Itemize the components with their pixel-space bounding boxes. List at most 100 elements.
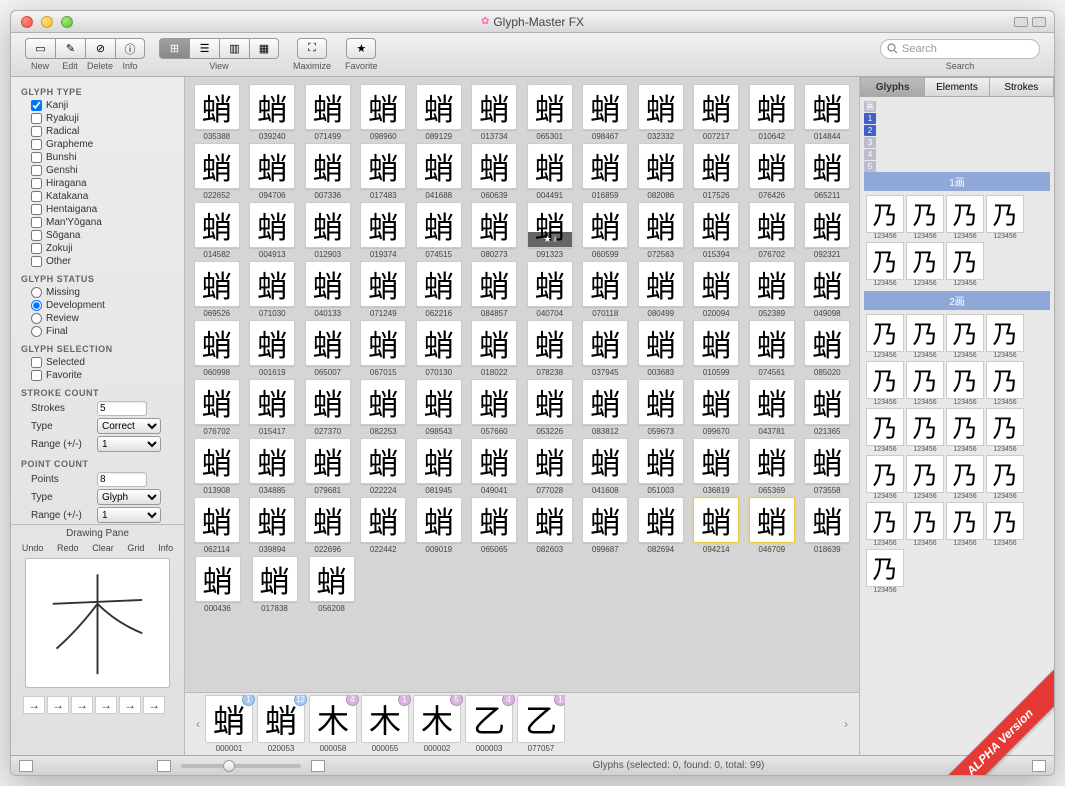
glyph-cell[interactable]: 蛸: [582, 497, 628, 543]
glyph-cell[interactable]: 蛸: [693, 497, 739, 543]
new-button[interactable]: ▭: [25, 38, 55, 59]
glyph-cell[interactable]: 蛸: [527, 261, 573, 307]
glyph-cell[interactable]: 蛸: [416, 497, 462, 543]
glyph-cell[interactable]: 蛸: [416, 438, 462, 484]
glyph-cell[interactable]: 蛸: [360, 320, 406, 366]
status-widget-left-1[interactable]: [19, 760, 33, 772]
glyph-cell[interactable]: 蛸: [305, 143, 351, 189]
close-window-button[interactable]: [21, 16, 33, 28]
rp-glyph[interactable]: 乃: [866, 242, 904, 280]
glyph-cell[interactable]: 蛸: [195, 556, 241, 602]
rp-glyph[interactable]: 乃: [986, 455, 1024, 493]
glyph-type-radical[interactable]: Radical: [11, 125, 184, 138]
maximize-button[interactable]: ⛶: [297, 38, 327, 59]
glyph-cell[interactable]: 蛸: [305, 497, 351, 543]
glyph-type-ryakuji[interactable]: Ryakuji: [11, 112, 184, 125]
glyph-cell[interactable]: 蛸: [249, 379, 295, 425]
glyph-cell[interactable]: 蛸: [693, 84, 739, 130]
rp-glyph[interactable]: 乃: [946, 455, 984, 493]
glyph-type-bunshi[interactable]: Bunshi: [11, 151, 184, 164]
glyph-cell[interactable]: 蛸: [249, 497, 295, 543]
glyph-cell[interactable]: 蛸: [749, 143, 795, 189]
rp-glyph[interactable]: 乃: [906, 502, 944, 540]
glyph-type-kanji[interactable]: Kanji: [11, 99, 184, 112]
glyph-cell[interactable]: 蛸: [416, 261, 462, 307]
glyph-cell[interactable]: 蛸: [749, 320, 795, 366]
index-item[interactable]: 3: [864, 137, 876, 148]
rp-glyph[interactable]: 乃: [906, 408, 944, 446]
titlebar-widget-1[interactable]: [1014, 17, 1028, 27]
rp-glyph[interactable]: 乃: [946, 408, 984, 446]
glyph-cell[interactable]: 蛸: [194, 320, 240, 366]
glyph-type-genshi[interactable]: Genshi: [11, 164, 184, 177]
drawing-undo-button[interactable]: Undo: [22, 543, 44, 553]
glyph-cell[interactable]: 蛸: [582, 202, 628, 248]
glyph-cell[interactable]: 蛸: [416, 143, 462, 189]
minimize-window-button[interactable]: [41, 16, 53, 28]
glyph-cell[interactable]: 蛸: [582, 143, 628, 189]
view-detail-button[interactable]: ▦: [249, 38, 279, 59]
glyph-cell[interactable]: 蛸: [416, 320, 462, 366]
glyph-cell[interactable]: 蛸: [471, 320, 517, 366]
glyph-cell[interactable]: 蛸: [360, 379, 406, 425]
rp-glyph[interactable]: 乃: [986, 361, 1024, 399]
rp-glyph[interactable]: 乃: [906, 361, 944, 399]
index-item[interactable]: 4: [864, 149, 876, 160]
rp-glyph[interactable]: 乃: [866, 195, 904, 233]
glyph-cell[interactable]: 蛸: [305, 379, 351, 425]
glyph-cell[interactable]: 蛸: [527, 143, 573, 189]
glyph-selection-selected[interactable]: Selected: [11, 356, 184, 369]
glyph-cell[interactable]: 蛸: [638, 438, 684, 484]
stroke-thumb[interactable]: →: [119, 696, 141, 714]
glyph-cell[interactable]: 蛸: [360, 497, 406, 543]
glyph-cell[interactable]: 蛸: [693, 379, 739, 425]
glyph-cell[interactable]: 蛸: [693, 202, 739, 248]
rp-glyph[interactable]: 乃: [866, 314, 904, 352]
index-item[interactable]: 2: [864, 125, 876, 136]
status-widget-zoom-out[interactable]: [157, 760, 171, 772]
stroke-thumb[interactable]: →: [71, 696, 93, 714]
rp-glyph[interactable]: 乃: [986, 195, 1024, 233]
glyph-cell[interactable]: 蛸: [249, 438, 295, 484]
glyph-cell[interactable]: 蛸: [360, 261, 406, 307]
view-columns-button[interactable]: ▥: [219, 38, 249, 59]
drawing-grid-button[interactable]: Grid: [127, 543, 144, 553]
strip-next-button[interactable]: ›: [839, 717, 853, 731]
glyph-cell[interactable]: 蛸: [582, 379, 628, 425]
glyph-cell[interactable]: 蛸: [360, 202, 406, 248]
glyph-cell[interactable]: 蛸: [527, 438, 573, 484]
glyph-status-development[interactable]: Development: [11, 299, 184, 312]
tab-strokes[interactable]: Strokes: [989, 77, 1054, 97]
tab-elements[interactable]: Elements: [924, 77, 988, 97]
view-list-button[interactable]: ☰: [189, 38, 219, 59]
glyph-cell[interactable]: 蛸: [693, 143, 739, 189]
glyph-type-other[interactable]: Other: [11, 255, 184, 268]
glyph-cell[interactable]: 蛸: [416, 202, 462, 248]
glyph-cell[interactable]: 蛸: [638, 497, 684, 543]
glyph-cell[interactable]: 蛸: [638, 379, 684, 425]
rp-glyph[interactable]: 乃: [866, 455, 904, 493]
glyph-cell[interactable]: 蛸: [693, 261, 739, 307]
glyph-type-grapheme[interactable]: Grapheme: [11, 138, 184, 151]
glyph-selection-favorite[interactable]: Favorite: [11, 369, 184, 382]
glyph-cell[interactable]: 蛸: [252, 556, 298, 602]
info-button[interactable]: ⓘ: [115, 38, 145, 59]
glyph-cell[interactable]: 蛸: [804, 202, 850, 248]
glyph-cell[interactable]: 蛸: [749, 84, 795, 130]
stroke-thumb[interactable]: →: [23, 696, 45, 714]
rp-glyph[interactable]: 乃: [866, 502, 904, 540]
glyph-type-hentaigana[interactable]: Hentaigana: [11, 203, 184, 216]
index-item[interactable]: 1: [864, 113, 876, 124]
glyph-cell[interactable]: 蛸: [305, 438, 351, 484]
zoom-window-button[interactable]: [61, 16, 73, 28]
glyph-status-review[interactable]: Review: [11, 312, 184, 325]
view-grid-button[interactable]: ⊞: [159, 38, 189, 59]
titlebar-widget-2[interactable]: [1032, 17, 1046, 27]
glyph-cell[interactable]: 蛸: [638, 202, 684, 248]
glyph-cell[interactable]: 蛸: [194, 438, 240, 484]
rp-glyph[interactable]: 乃: [986, 502, 1024, 540]
index-item[interactable]: 画: [864, 101, 876, 112]
index-item[interactable]: 5: [864, 161, 876, 172]
glyph-cell[interactable]: 蛸: [471, 497, 517, 543]
glyph-cell[interactable]: 蛸: [749, 379, 795, 425]
